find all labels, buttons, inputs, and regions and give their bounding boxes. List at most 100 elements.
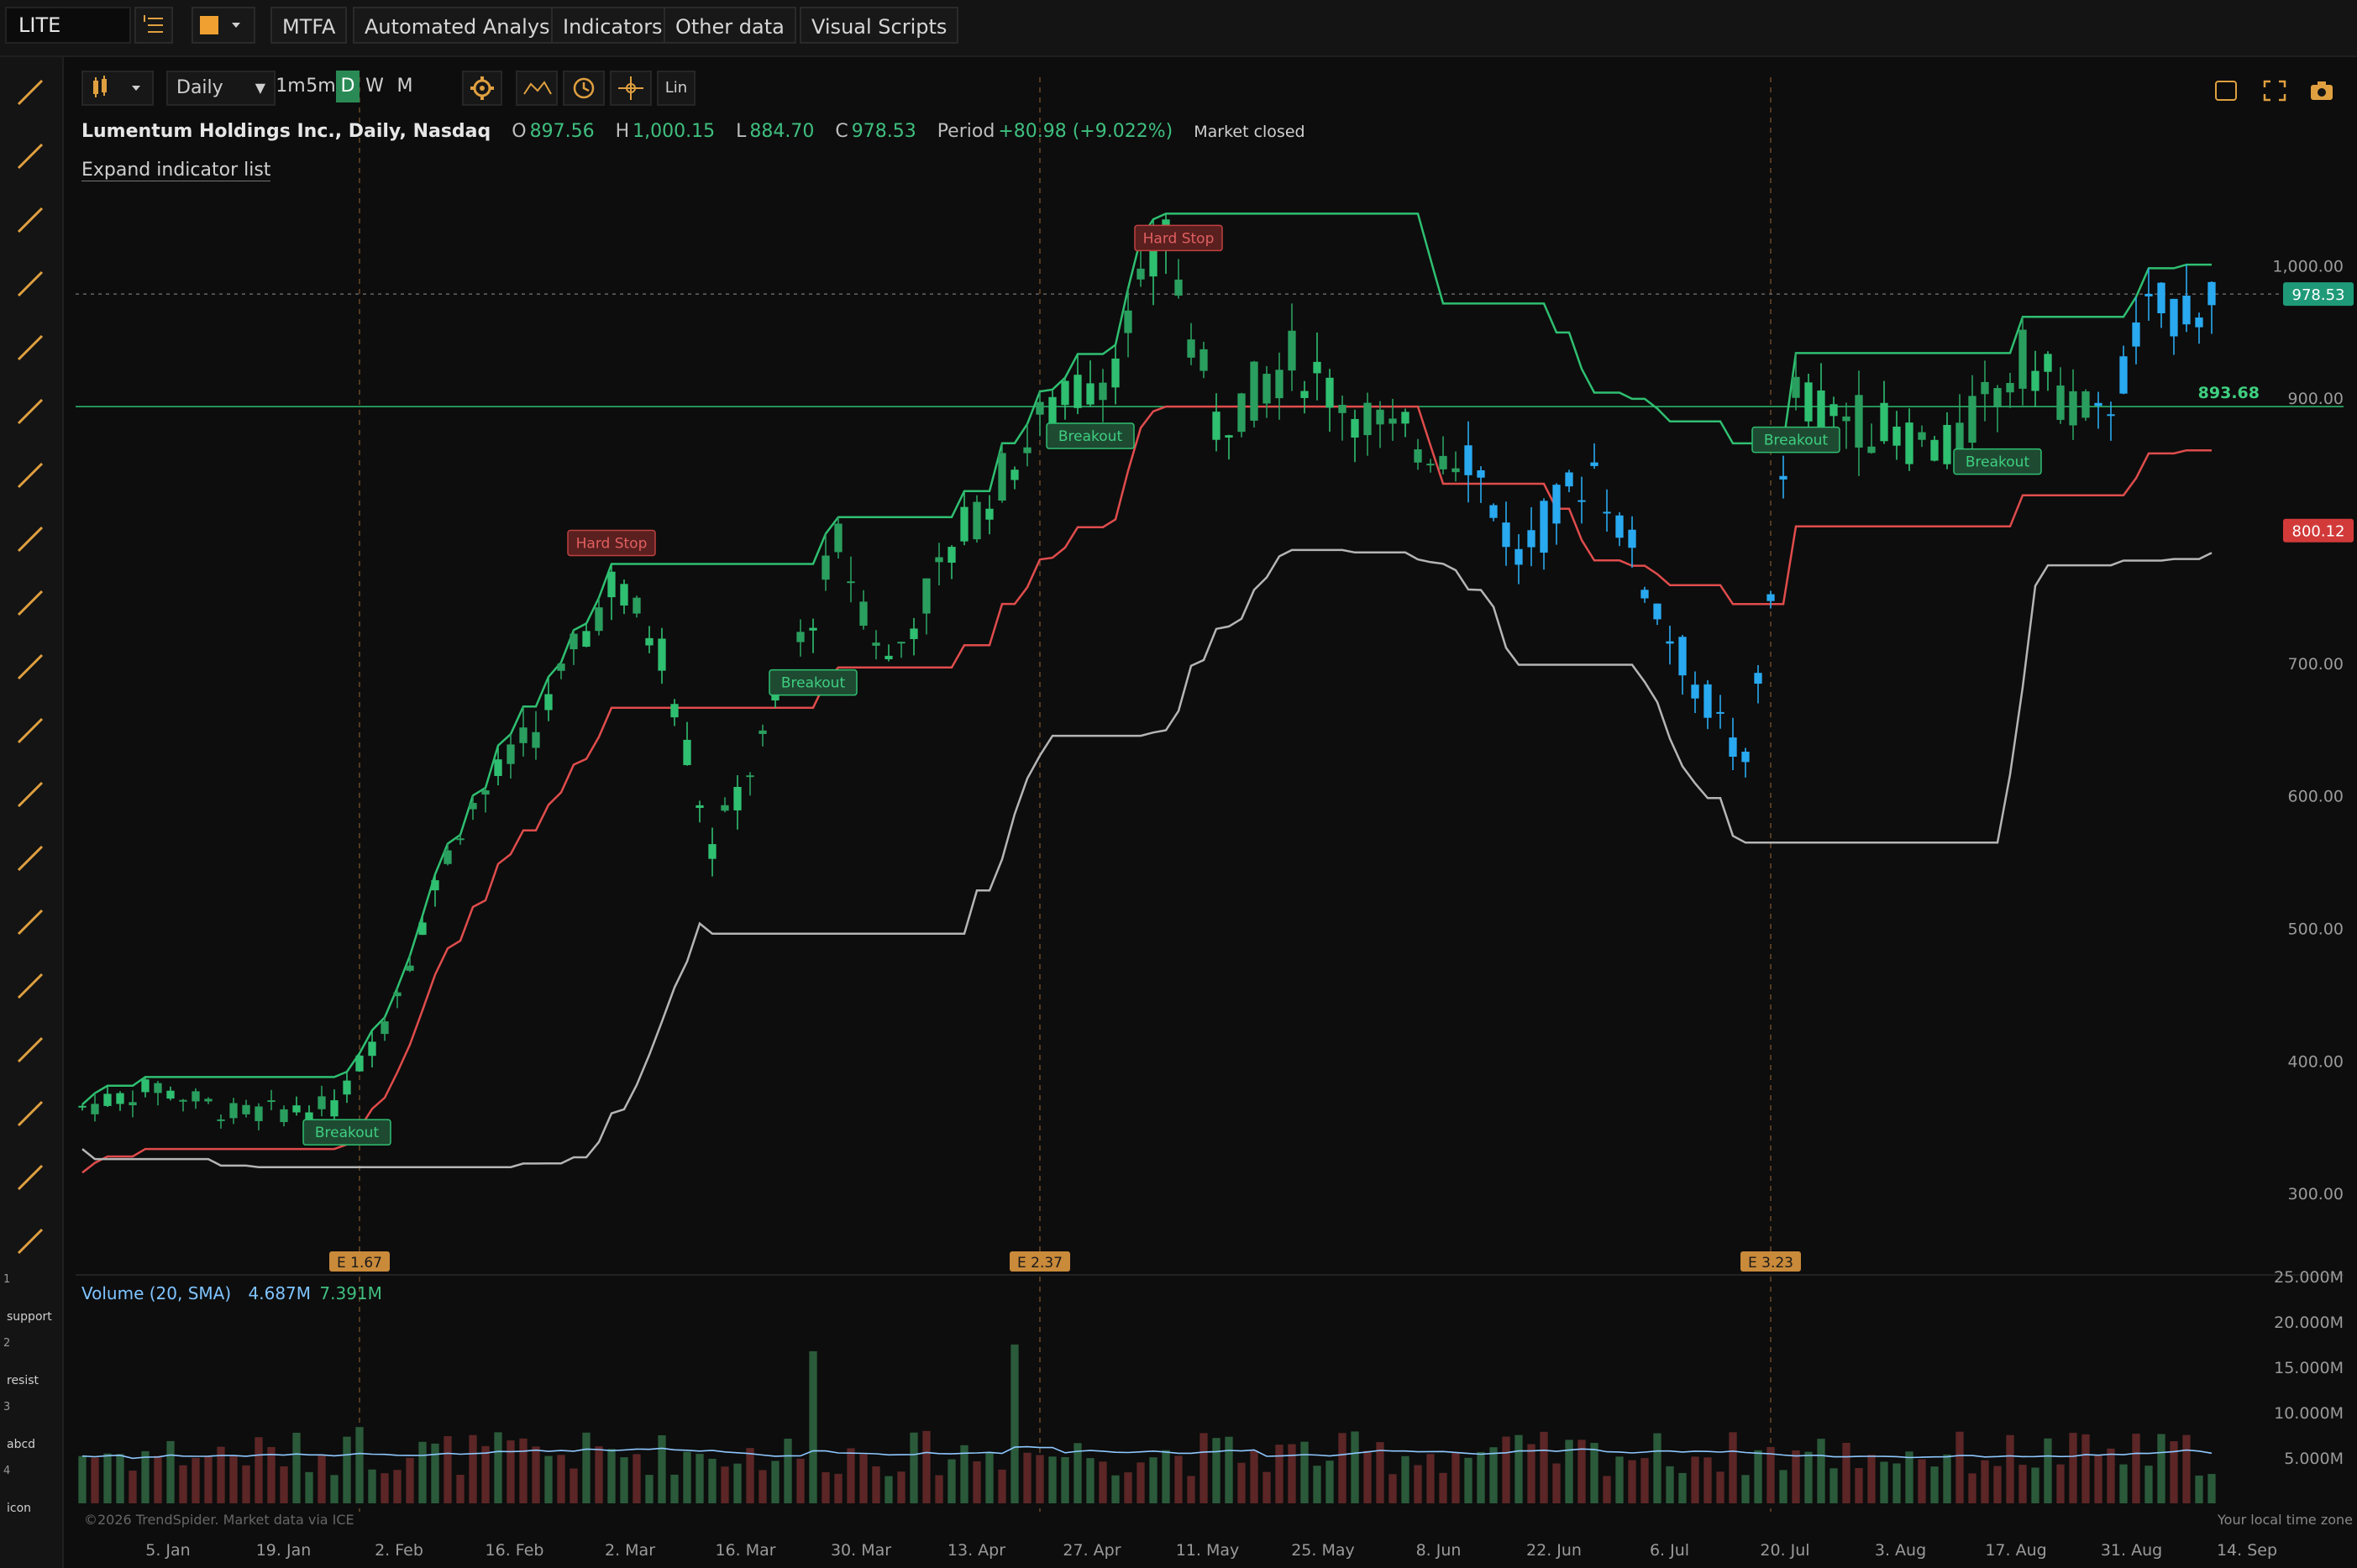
interval-select[interactable]: Daily ▼ xyxy=(166,71,276,106)
tf-w[interactable]: W xyxy=(360,71,390,102)
volume-bar xyxy=(1968,1473,1976,1503)
volume-bar xyxy=(1212,1438,1220,1503)
volume-bar xyxy=(255,1437,263,1503)
candle-body xyxy=(1905,422,1913,464)
candle-body xyxy=(1703,684,1712,718)
crosshair-icon xyxy=(618,76,643,100)
timezone-label[interactable]: Your local time zone xyxy=(2218,1512,2353,1528)
settings-button[interactable] xyxy=(462,71,502,106)
volume-bar xyxy=(1288,1444,1296,1503)
volume-bar xyxy=(2044,1438,2052,1503)
volume-bar xyxy=(2157,1434,2165,1503)
candle-body xyxy=(1918,432,1926,440)
candle-body xyxy=(1729,737,1737,757)
candle-body xyxy=(834,523,843,553)
volume-bar xyxy=(872,1466,880,1503)
ai-button[interactable] xyxy=(2209,76,2243,106)
price-chart[interactable]: Breakout Hard Stop Breakout Breakout Hard St… xyxy=(0,0,2357,1568)
volume-bar xyxy=(2182,1434,2191,1503)
volume-bar xyxy=(1892,1463,1901,1503)
volume-bar xyxy=(1514,1434,1523,1503)
candle-body xyxy=(1187,339,1195,358)
candle-body xyxy=(708,844,717,859)
volume-bar xyxy=(1426,1454,1435,1503)
volume-bar xyxy=(1552,1463,1561,1503)
candle-body xyxy=(1275,370,1283,399)
candle-body xyxy=(229,1103,238,1119)
candle-body xyxy=(1678,637,1687,676)
candle-body xyxy=(519,727,528,743)
candle-body xyxy=(368,1041,376,1057)
candle-body xyxy=(154,1083,162,1093)
candle-body xyxy=(1653,603,1661,620)
volume-bar xyxy=(1401,1455,1409,1503)
scale-toggle[interactable]: Lin xyxy=(657,71,696,106)
crosshair-button[interactable] xyxy=(610,71,652,106)
candle-body xyxy=(1074,375,1082,408)
candle-body xyxy=(418,922,427,936)
candle-body xyxy=(973,501,981,540)
replay-button[interactable] xyxy=(563,71,605,106)
chart-type-button[interactable] xyxy=(81,71,154,106)
volume-bar xyxy=(532,1446,540,1503)
candle-body xyxy=(1489,505,1498,518)
volume-bar xyxy=(1061,1456,1069,1503)
ai-icon xyxy=(2215,81,2237,101)
volume-bar xyxy=(1754,1450,1762,1503)
volume-bar xyxy=(406,1457,414,1503)
tf-1m[interactable]: 1m xyxy=(276,71,306,102)
candle-body xyxy=(872,642,880,646)
candle-body xyxy=(1792,376,1800,398)
candle-body xyxy=(960,506,969,542)
expand-indicator-link[interactable]: Expand indicator list xyxy=(81,160,271,181)
candle-body xyxy=(1477,470,1485,478)
candle-body xyxy=(1464,445,1472,475)
tf-5m[interactable]: 5m xyxy=(306,71,336,102)
x-tick-label: 16. Mar xyxy=(715,1541,775,1560)
volume-bar xyxy=(1137,1462,1145,1503)
candle-body xyxy=(255,1106,263,1121)
candle-body xyxy=(78,1105,87,1108)
volume-bar xyxy=(318,1455,326,1503)
volume-bar xyxy=(1338,1433,1346,1503)
candle-body xyxy=(1804,382,1813,422)
volume-bar xyxy=(343,1436,351,1503)
candle-body xyxy=(1288,330,1296,371)
x-tick-label: 19. Jan xyxy=(256,1541,312,1560)
candle-body xyxy=(2081,391,2090,418)
y-tick-label: 300.00 xyxy=(2288,1185,2344,1204)
volume-bar xyxy=(2006,1434,2014,1503)
candle-body xyxy=(645,637,654,646)
tf-m[interactable]: M xyxy=(390,71,420,102)
volume-bar xyxy=(570,1468,578,1503)
volume-bar xyxy=(1351,1431,1359,1503)
candle-body xyxy=(469,803,477,810)
volume-bar xyxy=(1729,1432,1737,1503)
x-tick-label: 17. Aug xyxy=(1985,1541,2046,1560)
volume-bar xyxy=(1477,1451,1485,1503)
volume-bar xyxy=(1905,1451,1913,1503)
x-tick-label: 22. Jun xyxy=(1526,1541,1582,1560)
volume-bar xyxy=(1993,1466,2002,1503)
volume-legend: Volume (20, SMA) 4.687M 7.391M xyxy=(81,1283,382,1303)
low-label: L xyxy=(736,121,747,142)
candle-body xyxy=(1250,361,1258,421)
compare-button[interactable] xyxy=(516,71,558,106)
x-tick-label: 27. Apr xyxy=(1063,1541,1121,1560)
x-tick-label: 31. Aug xyxy=(2101,1541,2162,1560)
candle-body xyxy=(696,805,704,808)
volume-bar xyxy=(998,1469,1006,1503)
volume-bar xyxy=(1640,1458,1649,1503)
tf-d[interactable]: D xyxy=(336,71,360,102)
volume-bar xyxy=(1930,1466,1939,1503)
candle-body xyxy=(141,1079,150,1093)
earnings-label: E 1.67 xyxy=(337,1255,382,1272)
signal-label: Breakout xyxy=(1058,428,1123,445)
fullscreen-button[interactable] xyxy=(2258,76,2291,106)
volume-bar xyxy=(1388,1474,1397,1503)
volume-bar xyxy=(204,1455,213,1503)
volume-bar xyxy=(1023,1452,1032,1503)
volume-bar xyxy=(129,1471,137,1503)
screenshot-button[interactable] xyxy=(2305,76,2339,106)
volume-bar xyxy=(1817,1439,1825,1503)
